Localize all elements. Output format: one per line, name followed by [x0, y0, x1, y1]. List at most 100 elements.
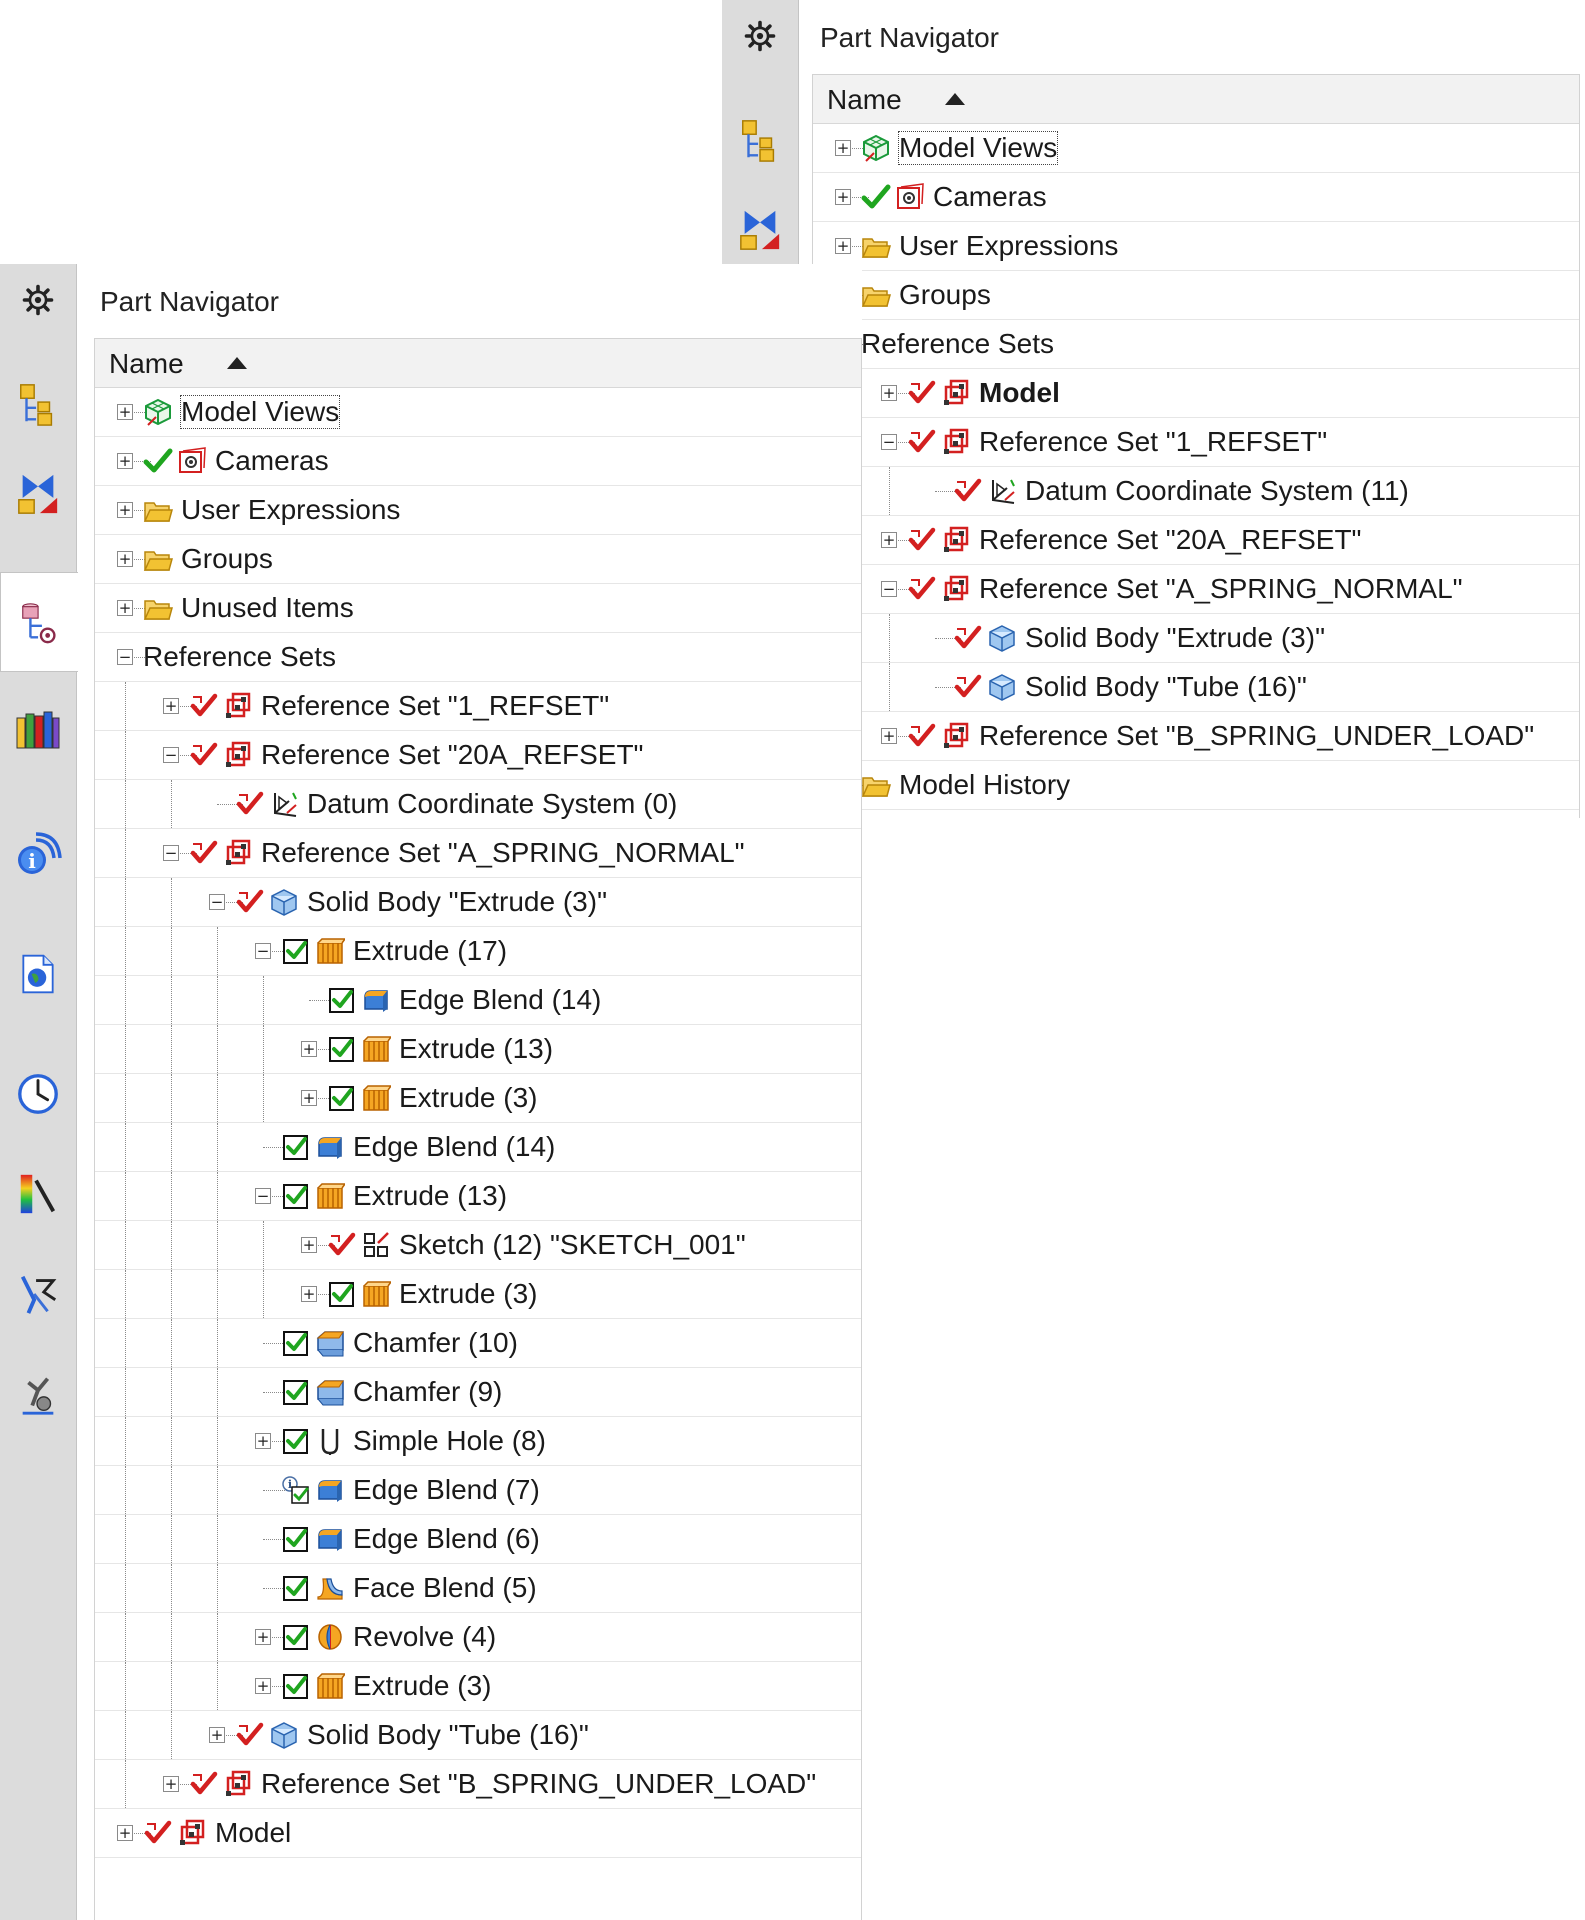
checkbox-icon[interactable]	[281, 1377, 311, 1407]
expand-toggle[interactable]: +	[255, 1433, 271, 1449]
checkbox-icon[interactable]	[327, 985, 357, 1015]
tree-node[interactable]: + Groups	[95, 535, 861, 584]
tree-node[interactable]: − Reference Set "A_SPRING_NORMAL"	[95, 829, 861, 878]
tree-node[interactable]: + Model Views	[95, 388, 861, 437]
tree-node[interactable]: − Reference Set "A_SPRING_NORMAL"	[813, 565, 1579, 614]
tree-node[interactable]: Face Blend (5)	[95, 1564, 861, 1613]
column-header-name[interactable]: Name	[813, 75, 1579, 124]
expand-toggle[interactable]: +	[255, 1678, 271, 1694]
web-browser-icon[interactable]	[0, 924, 76, 1024]
navigator-tree[interactable]: Name + Model Views + Cameras + User Expressio…	[94, 338, 862, 1920]
expand-toggle[interactable]: +	[301, 1090, 317, 1106]
refset-check-icon[interactable]	[189, 691, 219, 721]
hd3d-tools-icon[interactable]: i	[0, 804, 76, 904]
tree-node[interactable]: Solid Body "Extrude (3)"	[813, 614, 1579, 663]
expand-toggle[interactable]: +	[117, 453, 133, 469]
checkbox-icon[interactable]	[327, 1279, 357, 1309]
tree-node[interactable]: Chamfer (10)	[95, 1319, 861, 1368]
tree-node[interactable]: Datum Coordinate System (0)	[95, 780, 861, 829]
tree-node[interactable]: Datum Coordinate System (11)	[813, 467, 1579, 516]
tree-node[interactable]: + Reference Set "1_REFSET"	[95, 682, 861, 731]
navigator-tree[interactable]: Name + Model Views + Cameras + User Expressio…	[812, 74, 1580, 818]
tree-node[interactable]: + Model	[95, 1809, 861, 1858]
checkbox-icon[interactable]	[281, 1573, 311, 1603]
tree-node[interactable]: − Reference Set "20A_REFSET"	[95, 731, 861, 780]
tree-node[interactable]: −Reference Sets	[95, 633, 861, 682]
expand-toggle[interactable]: +	[881, 532, 897, 548]
tree-node[interactable]: + Revolve (4)	[95, 1613, 861, 1662]
refset-check-icon[interactable]	[143, 1818, 173, 1848]
refset-check-icon[interactable]	[953, 672, 983, 702]
expand-toggle[interactable]: +	[209, 1727, 225, 1743]
collapse-toggle[interactable]: −	[881, 581, 897, 597]
tree-node[interactable]: + User Expressions	[813, 222, 1579, 271]
checkbox-icon[interactable]	[281, 1524, 311, 1554]
expand-toggle[interactable]: +	[163, 1776, 179, 1792]
tree-node[interactable]: + Extrude (3)	[95, 1270, 861, 1319]
tree-node[interactable]: −Model History	[813, 761, 1579, 810]
tree-node[interactable]: − Extrude (13)	[95, 1172, 861, 1221]
constraint-navigator-icon[interactable]	[722, 190, 798, 270]
reuse-library-icon[interactable]	[0, 684, 76, 776]
expand-toggle[interactable]: +	[117, 502, 133, 518]
tree-node[interactable]: + Cameras	[813, 173, 1579, 222]
expand-toggle[interactable]: +	[117, 1825, 133, 1841]
visualization-icon[interactable]	[0, 1144, 76, 1244]
refset-check-icon[interactable]	[907, 525, 937, 555]
expand-toggle[interactable]: +	[301, 1237, 317, 1253]
visible-check-icon[interactable]	[861, 182, 891, 212]
constraint-navigator-icon[interactable]	[0, 454, 76, 534]
expand-toggle[interactable]: +	[881, 385, 897, 401]
roles-icon[interactable]	[0, 1344, 76, 1444]
tree-node[interactable]: − Solid Body "Extrude (3)"	[95, 878, 861, 927]
refset-check-icon[interactable]	[907, 427, 937, 457]
tree-node[interactable]: −Reference Sets	[813, 320, 1579, 369]
tree-node[interactable]: Chamfer (9)	[95, 1368, 861, 1417]
checkbox-icon[interactable]	[281, 1181, 311, 1211]
expand-toggle[interactable]: +	[835, 238, 851, 254]
refset-check-icon[interactable]	[189, 1769, 219, 1799]
part-navigator-icon[interactable]	[0, 572, 78, 672]
refset-check-icon[interactable]	[327, 1230, 357, 1260]
gear-icon[interactable]	[722, 8, 798, 64]
checkbox-icon[interactable]	[327, 1083, 357, 1113]
tree-node[interactable]: + Model	[813, 369, 1579, 418]
refset-check-icon[interactable]	[189, 740, 219, 770]
refset-check-icon[interactable]	[953, 623, 983, 653]
refset-check-icon[interactable]	[235, 789, 265, 819]
refset-check-icon[interactable]	[189, 838, 219, 868]
expand-toggle[interactable]: +	[301, 1041, 317, 1057]
collapse-toggle[interactable]: −	[881, 434, 897, 450]
collapse-toggle[interactable]: −	[255, 943, 271, 959]
tree-node[interactable]: + Unused Items	[95, 584, 861, 633]
checkbox-icon[interactable]	[281, 1671, 311, 1701]
tree-node[interactable]: + Reference Set "20A_REFSET"	[813, 516, 1579, 565]
expand-toggle[interactable]: +	[835, 189, 851, 205]
tree-node[interactable]: + User Expressions	[95, 486, 861, 535]
tree-node[interactable]: − Extrude (17)	[95, 927, 861, 976]
checkbox-icon[interactable]	[281, 1426, 311, 1456]
checkbox-icon[interactable]	[281, 936, 311, 966]
tree-node[interactable]: + Extrude (3)	[95, 1662, 861, 1711]
tree-node[interactable]: + Extrude (3)	[95, 1074, 861, 1123]
checkbox-icon[interactable]	[281, 1328, 311, 1358]
tree-node[interactable]: Edge Blend (14)	[95, 1123, 861, 1172]
collapse-toggle[interactable]: −	[209, 894, 225, 910]
refset-check-icon[interactable]	[953, 476, 983, 506]
tree-node[interactable]: − Reference Set "1_REFSET"	[813, 418, 1579, 467]
info-checkbox-icon[interactable]: i	[281, 1475, 311, 1505]
collapse-toggle[interactable]: −	[163, 845, 179, 861]
collapse-toggle[interactable]: −	[255, 1188, 271, 1204]
refset-check-icon[interactable]	[907, 378, 937, 408]
tree-node[interactable]: + Extrude (13)	[95, 1025, 861, 1074]
tree-node[interactable]: + Solid Body "Tube (16)"	[95, 1711, 861, 1760]
checkbox-icon[interactable]	[281, 1622, 311, 1652]
tree-node[interactable]: + Reference Set "B_SPRING_UNDER_LOAD"	[95, 1760, 861, 1809]
expand-toggle[interactable]: +	[117, 404, 133, 420]
collapse-toggle[interactable]: −	[117, 649, 133, 665]
refset-check-icon[interactable]	[235, 1720, 265, 1750]
tree-node[interactable]: + Reference Set "B_SPRING_UNDER_LOAD"	[813, 712, 1579, 761]
expand-toggle[interactable]: +	[301, 1286, 317, 1302]
tree-node[interactable]: Edge Blend (6)	[95, 1515, 861, 1564]
expand-toggle[interactable]: +	[117, 551, 133, 567]
